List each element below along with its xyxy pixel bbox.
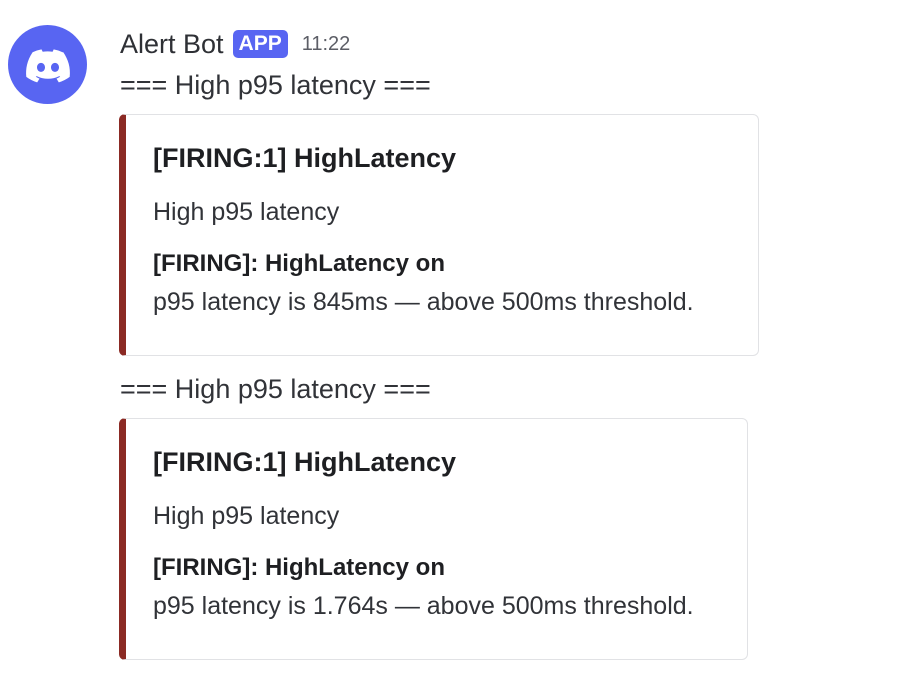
author-name[interactable]: Alert Bot (120, 29, 224, 60)
embed-field-value: p95 latency is 845ms — above 500ms thres… (153, 288, 694, 316)
embed-description: High p95 latency (153, 502, 340, 530)
embed-title: [FIRING:1] HighLatency (153, 447, 457, 477)
alert-heading: === High p95 latency === (120, 374, 431, 404)
message-timestamp[interactable]: 11:22 (302, 33, 351, 56)
discord-logo-icon (25, 48, 70, 82)
embed-description: High p95 latency (153, 198, 340, 226)
embed-field-name: [FIRING]: HighLatency on (153, 554, 445, 581)
embed-field-value: p95 latency is 1.764s — above 500ms thre… (153, 592, 694, 620)
message-header: Alert Bot APP 11:22 (120, 26, 350, 62)
embed-title: [FIRING:1] HighLatency (153, 143, 457, 173)
avatar[interactable] (8, 25, 87, 104)
app-badge: APP (232, 30, 288, 58)
embed-field-name: [FIRING]: HighLatency on (153, 250, 445, 277)
alert-heading: === High p95 latency === (120, 70, 431, 100)
alert-embed: [FIRING:1] HighLatency High p95 latency … (119, 418, 748, 660)
alert-embed: [FIRING:1] HighLatency High p95 latency … (119, 114, 759, 356)
